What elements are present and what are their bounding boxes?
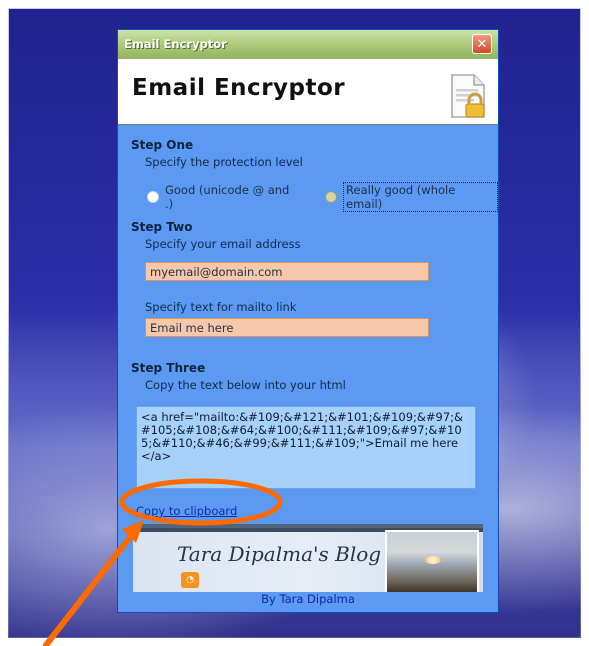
- protection-options: Good (unicode @ and .) Really good (whol…: [147, 182, 498, 212]
- option-good-label: Good (unicode @ and .): [164, 183, 290, 211]
- sunset-photo: [387, 532, 477, 592]
- option-really-good[interactable]: Really good (whole email): [325, 182, 498, 212]
- email-label: Specify your email address: [145, 237, 301, 251]
- radio-really-good[interactable]: [325, 191, 338, 203]
- step-three-title: Step Three: [131, 361, 206, 375]
- titlebar: Email Encryptor ✕: [118, 30, 498, 60]
- app-title: Email Encryptor: [132, 75, 346, 101]
- document-lock-icon: [451, 74, 485, 118]
- header-panel: Email Encryptor: [118, 59, 498, 125]
- step-three-subtitle: Copy the text below into your html: [145, 378, 346, 392]
- radio-good[interactable]: [147, 191, 159, 203]
- blog-banner-topbar: [133, 528, 483, 532]
- blog-banner[interactable]: Tara Dipalma's Blog ◔: [133, 524, 483, 592]
- content-area: Step One Specify the protection level Go…: [118, 124, 498, 614]
- close-button[interactable]: ✕: [472, 34, 492, 54]
- rss-icon: ◔: [181, 572, 199, 588]
- close-icon: ✕: [476, 36, 488, 52]
- email-input[interactable]: myemail@domain.com: [145, 262, 429, 281]
- email-encryptor-window: Email Encryptor ✕ Email Encryptor Step O…: [117, 29, 499, 613]
- mailto-text-label: Specify text for mailto link: [145, 300, 297, 314]
- window-title: Email Encryptor: [124, 37, 227, 51]
- mailto-text-input[interactable]: Email me here: [145, 318, 429, 337]
- copy-to-clipboard-link[interactable]: Copy to clipboard: [136, 504, 237, 518]
- blog-title: Tara Dipalma's Blog: [177, 542, 382, 566]
- sun-glow: [425, 556, 441, 564]
- step-one-title: Step One: [131, 138, 194, 152]
- encrypted-output-textarea[interactable]: <a href="mailto:&#109;&#121;&#101;&#109;…: [136, 406, 476, 489]
- option-good[interactable]: Good (unicode @ and .): [147, 183, 301, 211]
- step-two-title: Step Two: [131, 220, 193, 234]
- step-one-subtitle: Specify the protection level: [145, 155, 303, 169]
- author-byline: By Tara Dipalma: [261, 592, 355, 606]
- option-really-good-label: Really good (whole email): [343, 182, 498, 212]
